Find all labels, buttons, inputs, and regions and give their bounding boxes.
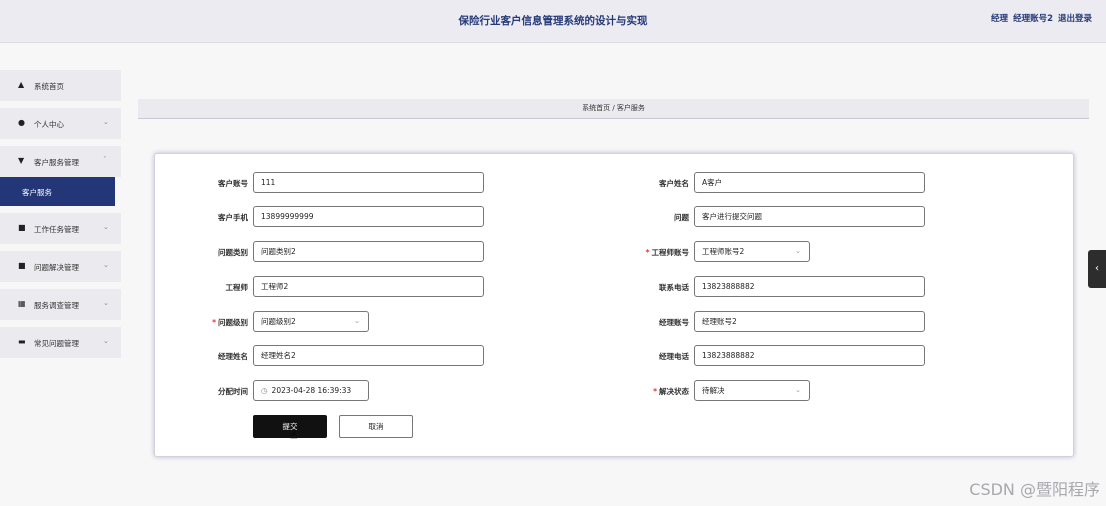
chevron-down-icon: ⌄ xyxy=(103,261,109,269)
sidebar-item-home[interactable]: ▲ 系统首页 xyxy=(0,70,121,101)
customer-account-label: 客户账号 xyxy=(218,179,248,188)
engineer-input[interactable]: 工程师2 xyxy=(253,276,484,297)
app-title: 保险行业客户信息管理系统的设计与实现 xyxy=(458,15,648,27)
chevron-down-icon: ⌄ xyxy=(103,223,109,231)
manager-phone-input[interactable]: 13823888882 xyxy=(694,345,925,366)
engineer-account-label-text: 工程师账号 xyxy=(651,248,690,257)
question-type-label: 问题类别 xyxy=(218,248,248,257)
cancel-button[interactable]: 取消 xyxy=(339,415,413,438)
question-level-label: * 问题级别 xyxy=(138,318,248,328)
user-icon: ● xyxy=(18,118,25,127)
sidebar-item-survey[interactable]: ▦ 服务调查管理 ⌄ xyxy=(0,289,121,320)
required-mark: * xyxy=(212,318,216,327)
question-level-select[interactable]: 问题级别2 ⌄ xyxy=(253,311,369,332)
sidebar-item-faq[interactable]: ▬ 常见问题管理 ⌄ xyxy=(0,327,121,358)
sidebar: ▲ 系统首页 ● 个人中心 ⌄ ▼ 客户服务管理 ˆ 客户服务 ■ 工作任务管理… xyxy=(0,70,121,365)
status-select[interactable]: 待解决 ⌄ xyxy=(694,380,810,401)
chevron-down-icon: ⌄ xyxy=(795,386,801,394)
sidebar-item-label: 服务调查管理 xyxy=(34,301,79,310)
manager-account-label: 经理账号 xyxy=(659,318,689,327)
sidebar-item-task[interactable]: ■ 工作任务管理 ⌄ xyxy=(0,213,121,244)
chevron-down-icon: ⌄ xyxy=(103,299,109,307)
sidebar-item-label: 系统首页 xyxy=(34,82,64,91)
user-role: 经理 xyxy=(991,14,1009,24)
chevron-down-icon: ⌄ xyxy=(354,317,360,325)
assign-time-label: 分配时间 xyxy=(218,387,248,396)
status-label: * 解决状态 xyxy=(579,387,689,397)
home-icon: ▲ xyxy=(18,80,25,89)
sidebar-item-solve[interactable]: ■ 问题解决管理 ⌄ xyxy=(0,251,121,282)
grid-icon: ▦ xyxy=(18,299,26,308)
sidebar-item-personal[interactable]: ● 个人中心 ⌄ xyxy=(0,108,121,139)
sidebar-item-service[interactable]: ▼ 客户服务管理 ˆ xyxy=(0,146,121,177)
question-input[interactable]: 客户进行提交问题 xyxy=(694,206,925,227)
user-area: 经理 经理账号2 退出登录 xyxy=(986,12,1092,24)
question-label: 问题 xyxy=(674,213,689,222)
chevron-left-icon[interactable]: ‹ xyxy=(1088,250,1106,288)
customer-phone-label: 客户手机 xyxy=(218,213,248,222)
engineer-account-label: * 工程师账号 xyxy=(579,248,689,258)
solve-icon: ■ xyxy=(18,261,26,270)
clock-icon: ◷ xyxy=(261,386,268,395)
sidebar-subitem-label: 客户服务 xyxy=(22,188,52,197)
assign-time-picker[interactable]: ◷ 2023-04-28 16:39:33 xyxy=(253,380,369,401)
task-icon: ■ xyxy=(18,223,26,232)
required-mark: * xyxy=(653,387,657,396)
sidebar-item-label: 客户服务管理 xyxy=(34,158,79,167)
top-header: 保险行业客户信息管理系统的设计与实现 经理 经理账号2 退出登录 xyxy=(0,0,1106,43)
logout-link[interactable]: 退出登录 xyxy=(1058,14,1092,24)
sidebar-item-label: 问题解决管理 xyxy=(34,263,79,272)
faq-icon: ▬ xyxy=(18,337,26,346)
engineer-account-select[interactable]: 工程师账号2 ⌄ xyxy=(694,241,810,262)
mouse-cursor-icon: ☝ xyxy=(290,428,298,442)
status-label-text: 解决状态 xyxy=(659,387,689,396)
engineer-account-value: 工程师账号2 xyxy=(702,247,745,256)
manager-phone-label: 经理电话 xyxy=(659,352,689,361)
chevron-down-icon: ⌄ xyxy=(103,337,109,345)
sidebar-subitem-customer-service[interactable]: 客户服务 xyxy=(0,177,115,206)
customer-name-input[interactable]: A客户 xyxy=(694,172,925,193)
sidebar-item-label: 工作任务管理 xyxy=(34,225,79,234)
contact-phone-input[interactable]: 13823888882 xyxy=(694,276,925,297)
manager-account-input[interactable]: 经理账号2 xyxy=(694,311,925,332)
chevron-down-icon: ⌄ xyxy=(795,247,801,255)
sidebar-item-label: 常见问题管理 xyxy=(34,339,79,348)
sidebar-item-label: 个人中心 xyxy=(34,120,64,129)
status-value: 待解决 xyxy=(702,386,725,395)
required-mark: * xyxy=(645,248,650,257)
assign-time-value: 2023-04-28 16:39:33 xyxy=(271,386,352,395)
breadcrumb: 系统首页 / 客户服务 xyxy=(138,99,1089,119)
question-level-value: 问题级别2 xyxy=(261,317,296,326)
form-card xyxy=(154,153,1074,457)
question-level-label-text: 问题级别 xyxy=(218,318,248,327)
user-name: 经理账号2 xyxy=(1013,14,1053,24)
manager-name-label: 经理姓名 xyxy=(218,352,248,361)
customer-phone-input[interactable]: 13899999999 xyxy=(253,206,484,227)
customer-account-input[interactable]: 111 xyxy=(253,172,484,193)
chevron-up-icon: ˆ xyxy=(103,156,107,164)
customer-name-label: 客户姓名 xyxy=(659,179,689,188)
chevron-down-icon: ⌄ xyxy=(103,118,109,126)
watermark: CSDN @暨阳程序 xyxy=(969,480,1100,499)
question-type-input[interactable]: 问题类别2 xyxy=(253,241,484,262)
manager-name-input[interactable]: 经理姓名2 xyxy=(253,345,484,366)
service-icon: ▼ xyxy=(18,156,25,165)
engineer-label: 工程师 xyxy=(225,283,249,292)
contact-phone-label: 联系电话 xyxy=(659,283,689,292)
